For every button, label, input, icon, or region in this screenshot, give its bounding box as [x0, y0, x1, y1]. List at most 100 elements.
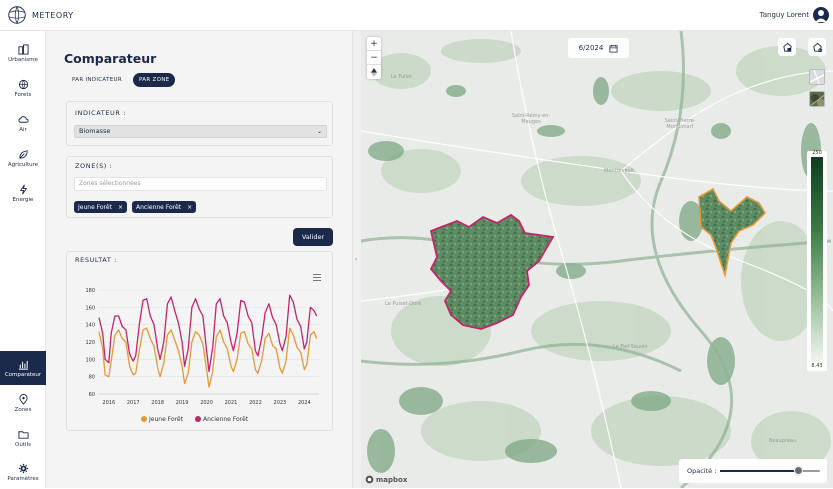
opacity-control: Opacité :: [679, 459, 827, 483]
y-tick-label: 120: [85, 340, 95, 346]
chevron-down-icon: ⌄: [316, 128, 322, 135]
zones-input[interactable]: Zones sélectionnées: [74, 177, 327, 191]
zone-search-button[interactable]: [808, 38, 826, 56]
x-tick-label: 2021: [225, 400, 238, 406]
mapbox-logo-icon: [365, 475, 374, 484]
user-name: Tanguy Lorent: [759, 11, 809, 19]
legend-gradient: [811, 157, 823, 363]
y-tick-label: 100: [85, 357, 95, 363]
sidebar-item-air[interactable]: Air: [0, 106, 46, 140]
menu-icon[interactable]: [313, 274, 321, 281]
sidebar-item-label: Zones: [14, 406, 32, 413]
place-label: Le Puiset-Doré: [385, 301, 422, 307]
opacity-slider[interactable]: [720, 466, 820, 475]
legend-min-value: 8.43: [811, 363, 823, 369]
zone-chip[interactable]: Ancienne Forêt ×: [132, 201, 197, 213]
x-tick-label: 2019: [176, 400, 189, 406]
place-label: Beaupréau: [769, 438, 797, 444]
x-tick-label: 2022: [249, 400, 262, 406]
zoom-controls: + −: [367, 37, 381, 79]
satellite-layer-icon: [810, 94, 824, 106]
y-tick-label: 80: [89, 375, 95, 381]
close-icon[interactable]: ×: [118, 204, 123, 211]
sidebar-item-label: Outils: [15, 441, 31, 448]
chip-label: Ancienne Forêt: [136, 203, 182, 211]
polygon-search-icon: [812, 42, 822, 52]
layer-basemap-light[interactable]: [809, 69, 825, 85]
calendar-icon: [609, 44, 618, 53]
sidebar-item-label: Air: [19, 126, 27, 133]
validate-button[interactable]: Valider: [293, 228, 333, 246]
series-line-1: [98, 294, 318, 373]
indicator-select[interactable]: Biomasse ⌄: [74, 125, 327, 138]
date-picker[interactable]: 6/2024: [568, 38, 629, 58]
sidebar-item-label: Comparateur: [4, 371, 42, 378]
sidebar-item-outils[interactable]: Outils: [0, 421, 46, 455]
slider-thumb[interactable]: [793, 466, 803, 475]
sidebar-item-energie[interactable]: Energie: [0, 176, 46, 210]
legend-max-value: 250: [812, 150, 822, 156]
indicator-card: INDICATEUR : Biomasse ⌄: [66, 101, 333, 146]
building-icon: [17, 43, 29, 55]
comparator-panel: Comparateur PAR INDICATEUR PAR ZONE INDI…: [46, 31, 352, 488]
place-label: Saint-Rémy-en-Mauges: [511, 113, 551, 125]
legend-label: Ancienne Forêt: [203, 416, 249, 423]
compass-icon: [371, 67, 377, 77]
chip-label: Jeune Forêt: [78, 203, 112, 211]
zone-ancienne-foret[interactable]: [429, 213, 555, 330]
avatar-icon[interactable]: [813, 7, 829, 23]
result-card: RESULTAT : 60 80 100 120 140 160 180 2016 2017 2…: [66, 251, 333, 431]
chevron-left-icon[interactable]: ‹: [355, 256, 357, 263]
sidebar-item-zones[interactable]: Zones: [0, 386, 46, 420]
opacity-label: Opacité :: [687, 467, 717, 475]
zoom-in-button[interactable]: +: [367, 37, 381, 51]
sidebar: Urbanisme Forets Air Agriculture Energie…: [0, 31, 46, 488]
sidebar-item-label: Forets: [14, 91, 32, 98]
draw-zone-button[interactable]: [778, 38, 796, 56]
zones-card: ZONE(S) : Zones sélectionnées Jeune Forê…: [66, 156, 333, 218]
x-tick-label: 2017: [127, 400, 140, 406]
leaf-icon: [18, 149, 28, 159]
sidebar-item-label: Paramètres: [7, 475, 39, 482]
polygon-lock-icon: [782, 42, 792, 52]
globe-logo-icon: [8, 6, 26, 24]
indicator-label: INDICATEUR :: [75, 109, 126, 117]
zoom-out-button[interactable]: −: [367, 51, 381, 65]
x-tick-label: 2023: [274, 400, 287, 406]
page-title: Comparateur: [64, 51, 157, 66]
layer-basemap-satellite[interactable]: [809, 91, 825, 107]
toggle-par-zone[interactable]: PAR ZONE: [133, 73, 176, 87]
zone-chip[interactable]: Jeune Forêt ×: [74, 201, 127, 213]
sidebar-item-label: Agriculture: [7, 161, 39, 168]
user-menu[interactable]: Tanguy Lorent: [760, 7, 829, 23]
sidebar-item-forets[interactable]: Forets: [0, 71, 46, 105]
toggle-par-indicateur[interactable]: PAR INDICATEUR: [66, 73, 128, 87]
chart-bars-icon: [18, 360, 28, 370]
x-tick-label: 2020: [200, 400, 213, 406]
sidebar-item-agriculture[interactable]: Agriculture: [0, 141, 46, 175]
y-tick-label: 180: [85, 288, 95, 294]
sidebar-item-comparateur[interactable]: Comparateur: [0, 351, 46, 385]
sidebar-item-parametres[interactable]: Paramètres: [0, 455, 46, 489]
x-tick-label: 2018: [151, 400, 164, 406]
mapbox-attribution[interactable]: mapbox: [365, 475, 407, 484]
y-tick-label: 60: [89, 392, 95, 398]
sidebar-item-label: Energie: [12, 196, 34, 203]
x-tick-label: 2016: [102, 400, 115, 406]
globe-icon: [18, 79, 28, 89]
legend-marker: [195, 416, 201, 422]
y-tick-label: 160: [85, 305, 95, 311]
place-label: Montrevault: [604, 168, 635, 174]
zones-label: ZONE(S) :: [75, 162, 113, 170]
close-icon[interactable]: ×: [187, 204, 192, 211]
sidebar-item-urbanisme[interactable]: Urbanisme: [0, 36, 46, 70]
indicator-value: Biomasse: [79, 127, 111, 135]
x-tick-label: 2024: [298, 400, 311, 406]
place-label: Saint-Pierre-Montlimart: [664, 118, 696, 130]
map-view[interactable]: Le Fuilet Saint-Rémy-en-Mauges Saint-Pie…: [361, 31, 833, 488]
map-canvas[interactable]: [361, 31, 833, 488]
slider-fill: [720, 470, 798, 472]
app-logo[interactable]: METEORY: [6, 4, 74, 26]
line-chart: 60 80 100 120 140 160 180 2016 2017 2018 2019 2020…: [85, 274, 321, 423]
compass-button[interactable]: [367, 65, 381, 79]
